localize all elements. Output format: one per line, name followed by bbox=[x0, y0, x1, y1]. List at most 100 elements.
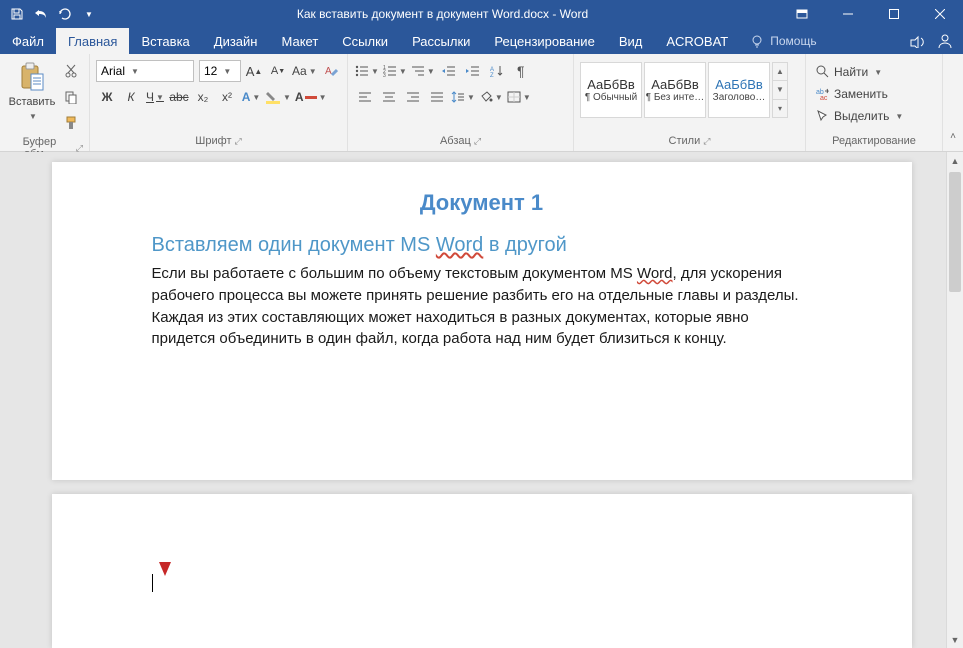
subscript-button[interactable]: x₂ bbox=[192, 86, 214, 108]
align-left-button[interactable] bbox=[354, 86, 376, 108]
line-spacing-icon bbox=[451, 91, 465, 103]
style-normal-label: ¶ Обычный bbox=[585, 92, 637, 103]
tab-file[interactable]: Файл bbox=[0, 28, 56, 54]
paragraph-dialog-launcher[interactable]: ⤢ bbox=[474, 136, 481, 147]
styles-scroll-down[interactable]: ▼ bbox=[773, 81, 787, 99]
tab-review[interactable]: Рецензирование bbox=[482, 28, 606, 54]
maximize-icon[interactable] bbox=[871, 0, 917, 28]
save-icon[interactable] bbox=[8, 5, 26, 23]
document-title: Документ 1 bbox=[152, 190, 812, 216]
share-area bbox=[899, 28, 963, 54]
increase-indent-button[interactable] bbox=[462, 60, 484, 82]
ribbon-tabs: Файл Главная Вставка Дизайн Макет Ссылки… bbox=[0, 28, 963, 54]
change-case-button[interactable]: Aa▼ bbox=[291, 60, 318, 82]
multilevel-list-button[interactable]: ▼ bbox=[410, 60, 436, 82]
select-icon bbox=[816, 109, 830, 123]
format-painter-button[interactable] bbox=[60, 112, 82, 134]
annotation-arrow-icon bbox=[152, 474, 182, 584]
vertical-scrollbar[interactable]: ▲ ▼ bbox=[946, 152, 963, 648]
outdent-icon bbox=[442, 65, 456, 77]
styles-scroll-up[interactable]: ▲ bbox=[773, 63, 787, 81]
bullets-button[interactable]: ▼ bbox=[354, 60, 380, 82]
undo-icon[interactable] bbox=[32, 5, 50, 23]
cut-icon bbox=[64, 64, 78, 78]
highlight-button[interactable]: ▼ bbox=[264, 86, 292, 108]
superscript-button[interactable]: x² bbox=[216, 86, 238, 108]
bullets-icon bbox=[355, 65, 369, 77]
align-right-button[interactable] bbox=[402, 86, 424, 108]
cut-button[interactable] bbox=[60, 60, 82, 82]
font-color-button[interactable]: A▼ bbox=[294, 86, 328, 108]
ribbon: Вставить ▼ Буфер обм…⤢ Arial▼ 12▼ A▲ A▼ … bbox=[0, 54, 963, 152]
bucket-icon bbox=[479, 91, 493, 103]
justify-button[interactable] bbox=[426, 86, 448, 108]
document-page-2[interactable] bbox=[52, 494, 912, 648]
tab-insert[interactable]: Вставка bbox=[129, 28, 201, 54]
style-heading1[interactable]: АаБбВв Заголово… bbox=[708, 62, 770, 118]
tab-layout[interactable]: Макет bbox=[269, 28, 330, 54]
clear-formatting-button[interactable]: A bbox=[320, 60, 342, 82]
font-dialog-launcher[interactable]: ⤢ bbox=[235, 136, 242, 147]
share-icon[interactable] bbox=[909, 34, 927, 48]
group-styles: АаБбВв ¶ Обычный АаБбВв ¶ Без инте… АаБб… bbox=[574, 54, 806, 151]
tab-references[interactable]: Ссылки bbox=[330, 28, 400, 54]
text-effects-button[interactable]: A▼ bbox=[240, 86, 262, 108]
tab-acrobat[interactable]: ACROBAT bbox=[654, 28, 740, 54]
style-no-spacing[interactable]: АаБбВв ¶ Без инте… bbox=[644, 62, 706, 118]
svg-text:Z: Z bbox=[490, 73, 494, 77]
decrease-indent-button[interactable] bbox=[438, 60, 460, 82]
account-icon[interactable] bbox=[937, 33, 953, 49]
group-font: Arial▼ 12▼ A▲ A▼ Aa▼ A Ж К Ч▼ abc x₂ x² … bbox=[90, 54, 348, 151]
paste-icon bbox=[19, 62, 45, 92]
tab-view[interactable]: Вид bbox=[607, 28, 655, 54]
tell-me-label: Помощь bbox=[770, 34, 816, 48]
underline-button[interactable]: Ч▼ bbox=[144, 86, 166, 108]
redo-icon[interactable] bbox=[56, 5, 74, 23]
style-normal[interactable]: АаБбВв ¶ Обычный bbox=[580, 62, 642, 118]
grow-font-button[interactable]: A▲ bbox=[243, 60, 265, 82]
font-name-select[interactable]: Arial▼ bbox=[96, 60, 194, 82]
styles-expand[interactable]: ▾ bbox=[773, 100, 787, 117]
minimize-icon[interactable] bbox=[825, 0, 871, 28]
styles-group-label: Стили bbox=[669, 135, 701, 147]
align-center-button[interactable] bbox=[378, 86, 400, 108]
qat-customize-icon[interactable]: ▼ bbox=[80, 5, 98, 23]
strikethrough-button[interactable]: abc bbox=[168, 86, 190, 108]
select-button[interactable]: Выделить▼ bbox=[812, 106, 907, 126]
tab-mailings[interactable]: Рассылки bbox=[400, 28, 482, 54]
italic-button[interactable]: К bbox=[120, 86, 142, 108]
document-page-1[interactable]: Документ 1 Вставляем один документ MS Wo… bbox=[52, 162, 912, 480]
titlebar: ▼ Как вставить документ в документ Word.… bbox=[0, 0, 963, 28]
close-icon[interactable] bbox=[917, 0, 963, 28]
find-button[interactable]: Найти▼ bbox=[812, 62, 886, 82]
search-icon bbox=[816, 65, 830, 79]
ribbon-display-icon[interactable] bbox=[779, 0, 825, 28]
scroll-down-icon[interactable]: ▼ bbox=[947, 631, 963, 648]
font-size-select[interactable]: 12▼ bbox=[199, 60, 241, 82]
paste-button[interactable]: Вставить ▼ bbox=[6, 58, 58, 125]
numbering-button[interactable]: 123▼ bbox=[382, 60, 408, 82]
sort-button[interactable]: AZ bbox=[486, 60, 508, 82]
tell-me[interactable]: Помощь bbox=[740, 28, 899, 54]
tab-design[interactable]: Дизайн bbox=[202, 28, 270, 54]
sort-icon: AZ bbox=[490, 65, 504, 77]
bold-button[interactable]: Ж bbox=[96, 86, 118, 108]
replace-button[interactable]: abac Заменить bbox=[812, 84, 892, 104]
collapse-ribbon-button[interactable]: ˄ bbox=[942, 125, 963, 147]
borders-button[interactable]: ▼ bbox=[506, 86, 532, 108]
shading-button[interactable]: ▼ bbox=[478, 86, 504, 108]
scroll-thumb[interactable] bbox=[949, 172, 961, 292]
quick-access-toolbar: ▼ bbox=[0, 5, 106, 23]
show-marks-button[interactable]: ¶ bbox=[510, 60, 532, 82]
styles-dialog-launcher[interactable]: ⤢ bbox=[703, 136, 710, 147]
line-spacing-button[interactable]: ▼ bbox=[450, 86, 476, 108]
shrink-font-button[interactable]: A▼ bbox=[267, 60, 289, 82]
multilevel-icon bbox=[411, 65, 425, 77]
tab-home[interactable]: Главная bbox=[56, 28, 129, 54]
document-heading: Вставляем один документ MS Word в другой bbox=[152, 234, 812, 257]
indent-icon bbox=[466, 65, 480, 77]
replace-icon: abac bbox=[816, 87, 830, 101]
scroll-up-icon[interactable]: ▲ bbox=[947, 152, 963, 169]
copy-button[interactable] bbox=[60, 86, 82, 108]
copy-icon bbox=[64, 90, 78, 104]
